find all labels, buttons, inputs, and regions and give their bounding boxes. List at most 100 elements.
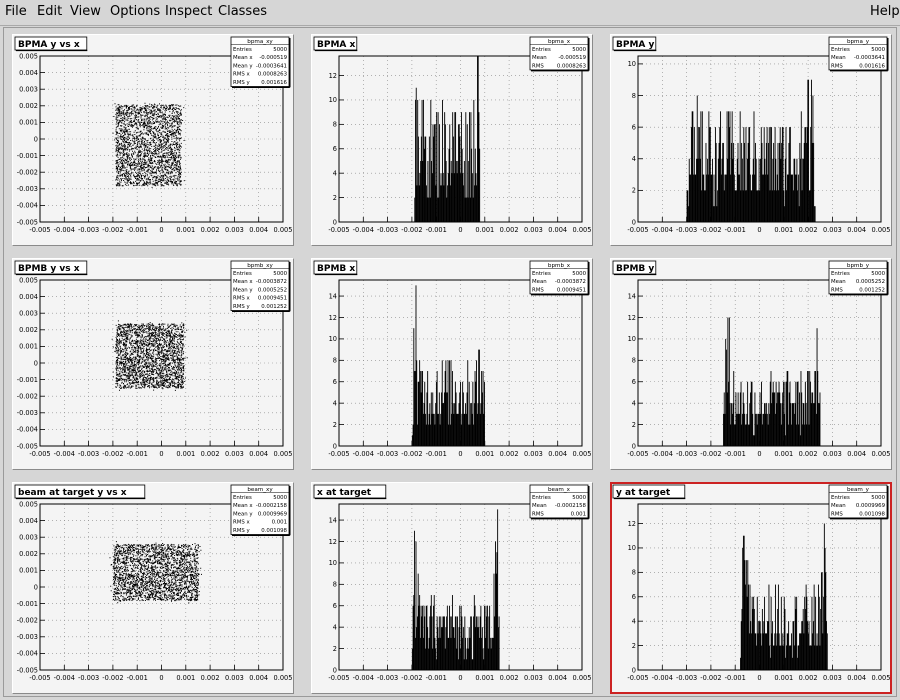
x-tick-label: -0.001 bbox=[127, 226, 148, 234]
x-tick-label: -0.005 bbox=[627, 450, 648, 458]
stats-label: Entries bbox=[233, 495, 252, 501]
menu-file[interactable]: File bbox=[5, 4, 27, 20]
pad-bpma-x[interactable]: -0.005 -0.004 -0.003 -0.002 -0.001 0 0.001 0.00… bbox=[311, 34, 593, 246]
pad-y-target[interactable]: -0.005 -0.004 -0.003 -0.002 -0.001 0 0.001 0.00… bbox=[610, 482, 892, 694]
stats-box[interactable]: bpma_xy Entries 5000 Mean x -0.000519 Mean y-… bbox=[230, 36, 291, 88]
menu-edit[interactable]: Edit bbox=[37, 4, 62, 20]
stats-value: 5000 bbox=[572, 47, 586, 53]
stats-value: 5000 bbox=[871, 495, 885, 501]
pad-title[interactable]: BPMA y vs x bbox=[14, 36, 88, 52]
x-tick-label: -0.005 bbox=[29, 226, 50, 234]
x-tick-label: -0.001 bbox=[127, 674, 148, 682]
stats-value: -0.0003641 bbox=[256, 63, 287, 69]
stats-box[interactable]: bpma_x Entries 5000 Mean -0.000519 RMS 0.00082… bbox=[529, 36, 590, 72]
menu-bar: File Edit View Options Inspect Classes H… bbox=[0, 0, 900, 26]
title-text: BPMB y bbox=[616, 264, 654, 274]
stats-box[interactable]: bpmb_x Entries 5000 Mean -0.0003872 RMS 0.0009… bbox=[529, 260, 590, 296]
y-tick-label: 6 bbox=[333, 145, 337, 153]
x-tick-label: -0.001 bbox=[426, 450, 447, 458]
pad-bpmb-x[interactable]: -0.005 -0.004 -0.003 -0.002 -0.001 0 0.001 0.00… bbox=[311, 258, 593, 470]
menu-view[interactable]: View bbox=[70, 4, 101, 20]
x-tick-label: 0.001 bbox=[475, 226, 494, 234]
y-tick-label: -0.003 bbox=[17, 633, 38, 641]
y-tick-label: 4 bbox=[632, 155, 636, 163]
x-tick-label: 0 bbox=[757, 674, 761, 682]
y-tick-label: -0.005 bbox=[17, 442, 38, 450]
pad-beam-xy[interactable]: -0.005 -0.004 -0.003 -0.002 -0.001 0 0.001 0.00… bbox=[12, 482, 294, 694]
root-canvas[interactable]: -0.005 -0.004 -0.003 -0.002 -0.001 0 0.001 0.00… bbox=[3, 27, 897, 697]
x-tick-label: 0 bbox=[458, 674, 462, 682]
y-tick-label: 0.004 bbox=[19, 517, 38, 525]
y-tick-label: 0.003 bbox=[19, 86, 38, 94]
pad-title[interactable]: BPMB y vs x bbox=[14, 260, 88, 276]
x-tick-label: -0.004 bbox=[652, 450, 673, 458]
pad-title[interactable]: y at target bbox=[612, 484, 686, 500]
pad-title[interactable]: beam at target y vs x bbox=[14, 484, 146, 500]
menu-help[interactable]: Help bbox=[870, 4, 900, 20]
stats-label: Entries bbox=[831, 47, 850, 53]
stats-value: 5000 bbox=[572, 495, 586, 501]
menu-inspect[interactable]: Inspect bbox=[165, 4, 212, 20]
stats-value: -0.0002158 bbox=[256, 503, 288, 509]
stats-box[interactable]: bpmb_xy Entries 5000 Mean x -0.0003872Mean y… bbox=[230, 260, 291, 312]
pad-bpmb-y[interactable]: -0.005 -0.004 -0.003 -0.002 -0.001 0 0.001 0.00… bbox=[610, 258, 892, 470]
stats-value: 0.0008263 bbox=[258, 72, 287, 78]
stats-value: 5000 bbox=[871, 271, 885, 277]
y-tick-label: -0.003 bbox=[17, 409, 38, 417]
x-tick-label: -0.005 bbox=[328, 226, 349, 234]
y-tick-label: -0.002 bbox=[17, 393, 38, 401]
pad-x-target[interactable]: -0.005 -0.004 -0.003 -0.002 -0.001 0 0.001 0.00… bbox=[311, 482, 593, 694]
stats-box[interactable]: beam_x Entries 5000 Mean -0.0002158 RMS 0.001 bbox=[529, 484, 590, 520]
title-text: y at target bbox=[616, 488, 671, 498]
y-tick-label: 4 bbox=[333, 623, 337, 631]
x-tick-label: -0.003 bbox=[377, 450, 398, 458]
pad-bpma-y[interactable]: -0.005 -0.004 -0.003 -0.002 -0.001 0 0.001 0.00… bbox=[610, 34, 892, 246]
y-tick-label: 4 bbox=[632, 617, 636, 625]
x-tick-label: 0.002 bbox=[201, 450, 220, 458]
pad-bpmb-xy[interactable]: -0.005 -0.004 -0.003 -0.002 -0.001 0 0.001 0.00… bbox=[12, 258, 294, 470]
y-tick-label: 8 bbox=[632, 92, 636, 100]
x-tick-label: -0.005 bbox=[627, 226, 648, 234]
y-tick-label: 0.004 bbox=[19, 69, 38, 77]
stats-box[interactable]: beam_xy Entries 5000 Mean x -0.0002158Mean y… bbox=[230, 484, 291, 536]
x-tick-label: 0.001 bbox=[774, 674, 793, 682]
stats-name: bpma_x bbox=[548, 39, 571, 45]
y-tick-label: -0.001 bbox=[17, 152, 38, 160]
pad-title[interactable]: BPMB y bbox=[612, 260, 657, 276]
stats-value: 0.001098 bbox=[859, 511, 885, 517]
pad-title[interactable]: BPMB x bbox=[313, 260, 358, 276]
stats-box[interactable]: beam_y Entries 5000 Mean 0.0009969 RMS 0.00109… bbox=[828, 484, 889, 520]
menu-classes[interactable]: Classes bbox=[218, 4, 267, 20]
pad-bpma-xy[interactable]: -0.005 -0.004 -0.003 -0.002 -0.001 0 0.001 0.00… bbox=[12, 34, 294, 246]
y-tick-label: -0.001 bbox=[17, 600, 38, 608]
y-tick-label: 8 bbox=[333, 121, 337, 129]
y-tick-label: 12 bbox=[628, 520, 636, 528]
x-tick-label: 0.003 bbox=[823, 450, 842, 458]
stats-label: Mean bbox=[831, 55, 846, 61]
y-tick-label: 2 bbox=[333, 645, 337, 653]
x-tick-label: 0 bbox=[458, 450, 462, 458]
menu-options[interactable]: Options bbox=[110, 4, 160, 20]
x-tick-label: -0.005 bbox=[328, 450, 349, 458]
x-tick-label: -0.001 bbox=[127, 450, 148, 458]
y-tick-label: 6 bbox=[632, 593, 636, 601]
pad-title[interactable]: BPMA y bbox=[612, 36, 657, 52]
stats-name: bpmb_xy bbox=[247, 263, 273, 269]
stats-box[interactable]: bpma_y Entries 5000 Mean -0.0003641 RMS 0.0016… bbox=[828, 36, 889, 72]
x-tick-label: 0.005 bbox=[573, 226, 592, 234]
stats-name: beam_xy bbox=[247, 487, 273, 493]
x-tick-label: 0.001 bbox=[774, 226, 793, 234]
y-tick-label: 0 bbox=[333, 666, 337, 674]
stats-name: bpmb_x bbox=[548, 263, 571, 269]
stats-label: Mean x bbox=[233, 55, 253, 61]
stats-box[interactable]: bpmb_y Entries 5000 Mean 0.0005252 RMS 0.00125… bbox=[828, 260, 889, 296]
pad-title[interactable]: x at target bbox=[313, 484, 387, 500]
stats-value: 5000 bbox=[273, 495, 287, 501]
stats-label: RMS bbox=[831, 287, 843, 293]
x-tick-label: -0.004 bbox=[353, 674, 374, 682]
stats-name: bpma_xy bbox=[247, 39, 273, 45]
x-tick-label: 0.003 bbox=[225, 674, 244, 682]
pad-title[interactable]: BPMA x bbox=[313, 36, 358, 52]
stats-label: RMS bbox=[532, 63, 544, 69]
stats-value: -0.000519 bbox=[558, 55, 586, 61]
